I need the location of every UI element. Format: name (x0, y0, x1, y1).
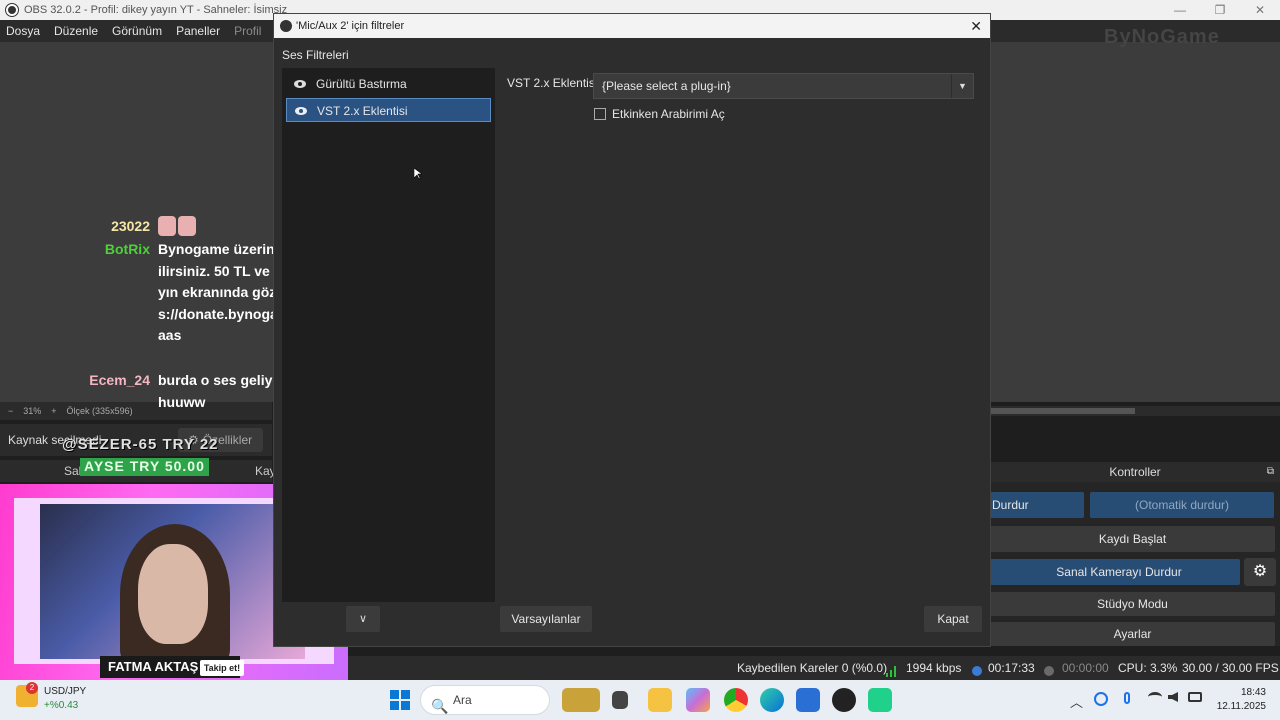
donation-alert: @SEZER-65 TRY 22 (62, 436, 219, 453)
follow-badge: Takip et! (200, 660, 244, 676)
open-interface-label: Etkinken Arabirimi Aç (612, 107, 725, 121)
wifi-icon[interactable] (1148, 692, 1162, 702)
close-icon[interactable]: ✕ (970, 14, 982, 38)
checkbox-box[interactable] (594, 108, 606, 120)
chat-username: BotRix (104, 241, 150, 257)
clock-date: 12.11.2025 (1216, 701, 1266, 712)
ticker-change: +%0.43 (44, 700, 79, 711)
menu-duzenle[interactable]: Düzenle (54, 24, 98, 38)
sync-icon[interactable] (1094, 692, 1108, 706)
record-time: 00:00:00 (1062, 661, 1109, 675)
maximize-icon[interactable]: ❐ (1200, 0, 1240, 20)
ticker-symbol: USD/JPY (44, 686, 87, 697)
controls-title: Kontroller (1109, 465, 1161, 479)
menu-dosya[interactable]: Dosya (6, 24, 40, 38)
filter-item-noise-suppression[interactable]: Gürültü Bastırma (286, 72, 491, 96)
taskbar-app-edge-icon[interactable] (760, 688, 784, 712)
menu-paneller[interactable]: Paneller (176, 24, 220, 38)
filter-label: Gürültü Bastırma (316, 77, 407, 91)
windows-taskbar: 2 USD/JPY +%0.43 🔍 Ara ︿ 18:43 12.11.202… (0, 680, 1280, 720)
dropped-frames: Kaybedilen Kareler 0 (%0.0) (737, 661, 888, 675)
donation-alert-highlight: AYSE TRY 50.00 (80, 458, 209, 476)
virtual-camera-settings-gear-icon[interactable]: ⚙ (1244, 558, 1276, 586)
float-dock-icon[interactable]: ⧉ (1267, 462, 1274, 482)
stop-stream-button[interactable]: Durdur (990, 492, 1084, 518)
clock-time: 18:43 (1240, 687, 1266, 698)
notification-badge: 2 (26, 682, 38, 694)
vst-plugin-select[interactable]: {Please select a plug-in} ▼ (593, 73, 974, 99)
microphone-icon[interactable] (1124, 692, 1130, 704)
bitrate: 1994 kbps (906, 661, 962, 675)
preview-canvas-right[interactable]: ByNoGame (990, 26, 1280, 402)
webcam-video (40, 504, 305, 659)
window-controls: — ❐ ✕ (1160, 0, 1280, 20)
watermark-logo: ByNoGame (1104, 26, 1220, 48)
audio-filters-heading: Ses Filtreleri (282, 48, 349, 62)
ticker-widget[interactable]: 2 USD/JPY +%0.43 (16, 682, 87, 713)
menu-gorunum[interactable]: Görünüm (112, 24, 162, 38)
close-button[interactable]: Kapat (924, 606, 982, 632)
windows-start-icon[interactable] (390, 690, 410, 710)
search-placeholder: Ara (453, 693, 472, 707)
preview-scrollbar[interactable] (990, 406, 1280, 416)
obs-logo-icon (280, 20, 292, 32)
taskbar-app-chrome-icon[interactable] (724, 688, 748, 712)
mouse-cursor-icon (413, 167, 423, 180)
dialog-title: 'Mic/Aux 2' için filtreler (296, 20, 405, 32)
scrollbar-thumb[interactable] (990, 408, 1135, 414)
tray-overflow-icon[interactable]: ︿ (1070, 692, 1083, 711)
vst-plugin-label: VST 2.x Eklentisi (507, 76, 598, 90)
filter-item-vst[interactable]: VST 2.x Eklentisi (286, 98, 491, 122)
taskbar-app-explorer-icon[interactable] (648, 688, 672, 712)
move-down-button[interactable]: ∨ (346, 606, 380, 632)
emote-icon (158, 216, 176, 236)
taskbar-app-taskview-icon[interactable] (612, 691, 628, 709)
start-recording-button[interactable]: Kaydı Başlat (990, 526, 1275, 552)
fps-display: 30.00 / 30.00 FPS (1182, 661, 1279, 675)
battery-icon[interactable] (1188, 692, 1202, 702)
taskbar-app-game-icon[interactable] (562, 688, 600, 712)
close-window-icon[interactable]: ✕ (1240, 0, 1280, 20)
stream-time: 00:17:33 (988, 661, 1035, 675)
minimize-icon[interactable]: — (1160, 0, 1200, 20)
filter-list[interactable]: Gürültü Bastırma VST 2.x Eklentisi (282, 68, 495, 602)
taskbar-app-obs-icon[interactable] (832, 688, 856, 712)
ticker-icon: 2 (16, 682, 38, 707)
taskbar-search[interactable]: 🔍 Ara (420, 685, 550, 715)
auto-stop-button[interactable]: (Otomatik durdur) (1090, 492, 1274, 518)
plugin-select-value: {Please select a plug-in} (602, 79, 731, 93)
search-icon: 🔍 (431, 698, 449, 714)
volume-icon[interactable] (1168, 692, 1178, 702)
cpu-usage: CPU: 3.3% (1118, 661, 1178, 675)
defaults-button[interactable]: Varsayılanlar (500, 606, 592, 632)
taskbar-app-chat-icon[interactable] (868, 688, 892, 712)
controls-dock-header: Kontroller ⧉ (990, 462, 1280, 482)
dialog-titlebar: 'Mic/Aux 2' için filtreler ✕ (274, 14, 990, 38)
visibility-eye-icon[interactable] (294, 79, 306, 89)
chat-username: Ecem_24 (89, 372, 150, 388)
filters-dialog: 'Mic/Aux 2' için filtreler ✕ Ses Filtrel… (274, 14, 990, 646)
webcam-person-face (138, 544, 208, 644)
stop-virtual-camera-button[interactable]: Sanal Kamerayı Durdur (990, 559, 1240, 585)
filter-label: VST 2.x Eklentisi (317, 104, 408, 118)
window-title: OBS 32.0.2 - Profil: dikey yayın YT - Sa… (24, 4, 288, 16)
settings-button[interactable]: Ayarlar (990, 622, 1275, 646)
status-bar: Kaybedilen Kareler 0 (%0.0) 1994 kbps 00… (272, 656, 1280, 680)
taskbar-clock[interactable]: 18:43 12.11.2025 (1210, 686, 1266, 714)
emote-icon (178, 216, 196, 236)
taskbar-app-copilot-icon[interactable] (686, 688, 710, 712)
scenes-dock-label: Sal (64, 464, 82, 478)
open-interface-checkbox[interactable]: Etkinken Arabirimi Aç (594, 107, 725, 121)
visibility-eye-icon[interactable] (295, 106, 307, 116)
taskbar-app-store-icon[interactable] (796, 688, 820, 712)
chat-username: 23022 (111, 218, 150, 234)
sources-dock-label: Kay (255, 464, 276, 478)
obs-logo-icon (6, 4, 18, 16)
chevron-down-icon[interactable]: ▼ (951, 74, 973, 98)
menu-profil[interactable]: Profil (234, 24, 261, 38)
studio-mode-button[interactable]: Stüdyo Modu (990, 592, 1275, 616)
